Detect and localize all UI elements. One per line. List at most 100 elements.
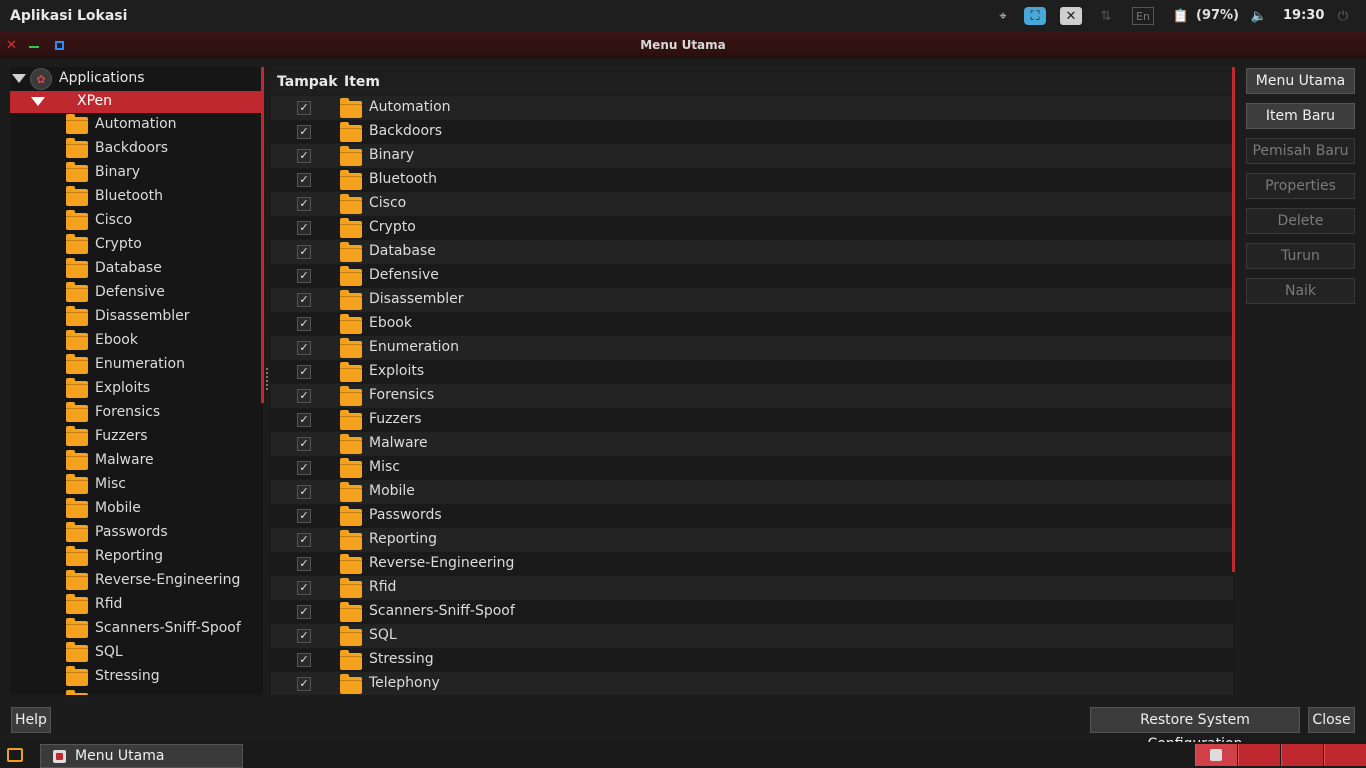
list-row[interactable]: ✓ Passwords — [271, 504, 1233, 528]
visible-checkbox[interactable]: ✓ — [297, 197, 311, 211]
list-row[interactable]: ✓ Defensive — [271, 264, 1233, 288]
tools-icon[interactable]: ✕ — [1060, 7, 1082, 25]
list-row[interactable]: ✓ Bluetooth — [271, 168, 1233, 192]
workspace-4[interactable] — [1324, 744, 1366, 766]
properties-button[interactable]: Properties — [1246, 173, 1355, 199]
tree-item[interactable]: Scanners-Sniff-Spoof — [10, 617, 263, 641]
list-row[interactable]: ✓ Telephony — [271, 672, 1233, 695]
tree-item[interactable]: Enumeration — [10, 353, 263, 377]
list-scrollbar[interactable] — [1232, 67, 1235, 572]
visible-checkbox[interactable]: ✓ — [297, 605, 311, 619]
tree-item[interactable]: Binary — [10, 161, 263, 185]
tree-item[interactable]: Backdoors — [10, 137, 263, 161]
visible-checkbox[interactable]: ✓ — [297, 125, 311, 139]
window-titlebar[interactable]: ✕ Menu Utama — [0, 32, 1366, 58]
visible-checkbox[interactable]: ✓ — [297, 317, 311, 331]
visible-checkbox[interactable]: ✓ — [297, 293, 311, 307]
tree-item[interactable]: Defensive — [10, 281, 263, 305]
list-row[interactable]: ✓ Ebook — [271, 312, 1233, 336]
clock[interactable]: 19:30 — [1283, 8, 1324, 23]
crosshair-icon[interactable]: ⌖ — [992, 7, 1014, 25]
list-row[interactable]: ✓ SQL — [271, 624, 1233, 648]
visible-checkbox[interactable]: ✓ — [297, 629, 311, 643]
tree-item[interactable]: Passwords — [10, 521, 263, 545]
tree-item[interactable]: Crypto — [10, 233, 263, 257]
tree-item[interactable]: Misc — [10, 473, 263, 497]
keyboard-layout-icon[interactable]: En — [1132, 7, 1154, 25]
list-row[interactable]: ✓ Cisco — [271, 192, 1233, 216]
visible-checkbox[interactable]: ✓ — [297, 533, 311, 547]
menu-aplikasi[interactable]: Aplikasi — [10, 8, 72, 24]
network-icon[interactable]: ⛶ — [1024, 7, 1046, 25]
help-button[interactable]: Help — [11, 707, 51, 733]
item-list[interactable]: Tampak Item ✓ Automation ✓ Backdoors ✓ Binary… — [271, 67, 1235, 695]
column-header-tampak[interactable]: Tampak — [277, 74, 338, 90]
transfer-icon[interactable]: ⇅ — [1095, 7, 1117, 25]
pemisah-baru-button[interactable]: Pemisah Baru — [1246, 138, 1355, 164]
list-row[interactable]: ✓ Backdoors — [271, 120, 1233, 144]
list-row[interactable]: ✓ Crypto — [271, 216, 1233, 240]
visible-checkbox[interactable]: ✓ — [297, 269, 311, 283]
tree-item-xpen[interactable]: XPen — [10, 91, 263, 113]
list-row[interactable]: ✓ Fuzzers — [271, 408, 1233, 432]
power-icon[interactable]: ⏻ — [1332, 7, 1354, 25]
list-row[interactable]: ✓ Reporting — [271, 528, 1233, 552]
clipboard-icon[interactable]: 📋 — [1170, 7, 1192, 25]
list-row[interactable]: ✓ Automation — [271, 96, 1233, 120]
visible-checkbox[interactable]: ✓ — [297, 461, 311, 475]
visible-checkbox[interactable]: ✓ — [297, 509, 311, 523]
tree-root-applications[interactable]: ✿ Applications — [10, 67, 263, 91]
tree-item[interactable] — [10, 689, 263, 695]
workspace-1[interactable] — [1195, 744, 1237, 766]
visible-checkbox[interactable]: ✓ — [297, 557, 311, 571]
tree-item[interactable]: Bluetooth — [10, 185, 263, 209]
tree-item[interactable]: SQL — [10, 641, 263, 665]
tree-item[interactable]: Disassembler — [10, 305, 263, 329]
tree-scrollbar[interactable] — [261, 67, 264, 403]
visible-checkbox[interactable]: ✓ — [297, 437, 311, 451]
expand-arrow-icon[interactable] — [12, 74, 26, 83]
taskbar-item-menu-utama[interactable]: Menu Utama — [40, 744, 243, 768]
workspace-2[interactable] — [1238, 744, 1280, 766]
menu-utama-button[interactable]: Menu Utama — [1246, 68, 1355, 94]
tree-item[interactable]: Automation — [10, 113, 263, 137]
turun-button[interactable]: Turun — [1246, 243, 1355, 269]
list-row[interactable]: ✓ Misc — [271, 456, 1233, 480]
volume-icon[interactable]: 🔈 — [1248, 7, 1270, 25]
visible-checkbox[interactable]: ✓ — [297, 365, 311, 379]
menu-tree[interactable]: ✿ Applications XPen Automation Backdoors B… — [10, 67, 263, 695]
tree-item[interactable]: Stressing — [10, 665, 263, 689]
tree-item[interactable]: Mobile — [10, 497, 263, 521]
tree-item[interactable]: Cisco — [10, 209, 263, 233]
naik-button[interactable]: Naik — [1246, 278, 1355, 304]
tree-item[interactable]: Malware — [10, 449, 263, 473]
column-header-item[interactable]: Item — [344, 74, 380, 90]
list-row[interactable]: ✓ Stressing — [271, 648, 1233, 672]
visible-checkbox[interactable]: ✓ — [297, 653, 311, 667]
tree-item[interactable]: Reporting — [10, 545, 263, 569]
delete-button[interactable]: Delete — [1246, 208, 1355, 234]
visible-checkbox[interactable]: ✓ — [297, 677, 311, 691]
expand-arrow-icon[interactable] — [31, 97, 45, 106]
pane-resize-handle[interactable] — [266, 368, 269, 390]
visible-checkbox[interactable]: ✓ — [297, 413, 311, 427]
visible-checkbox[interactable]: ✓ — [297, 341, 311, 355]
tree-item[interactable]: Fuzzers — [10, 425, 263, 449]
launcher-icon[interactable] — [7, 748, 23, 762]
tree-item[interactable]: Reverse-Engineering — [10, 569, 263, 593]
tree-item[interactable]: Ebook — [10, 329, 263, 353]
list-row[interactable]: ✓ Disassembler — [271, 288, 1233, 312]
tree-item[interactable]: Rfid — [10, 593, 263, 617]
visible-checkbox[interactable]: ✓ — [297, 149, 311, 163]
visible-checkbox[interactable]: ✓ — [297, 581, 311, 595]
tree-item[interactable]: Forensics — [10, 401, 263, 425]
workspace-3[interactable] — [1281, 744, 1323, 766]
tree-item[interactable]: Database — [10, 257, 263, 281]
visible-checkbox[interactable]: ✓ — [297, 101, 311, 115]
item-baru-button[interactable]: Item Baru — [1246, 103, 1355, 129]
visible-checkbox[interactable]: ✓ — [297, 245, 311, 259]
list-row[interactable]: ✓ Binary — [271, 144, 1233, 168]
visible-checkbox[interactable]: ✓ — [297, 173, 311, 187]
list-row[interactable]: ✓ Exploits — [271, 360, 1233, 384]
visible-checkbox[interactable]: ✓ — [297, 485, 311, 499]
